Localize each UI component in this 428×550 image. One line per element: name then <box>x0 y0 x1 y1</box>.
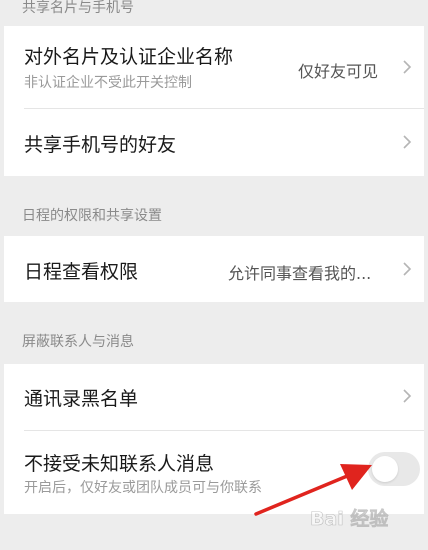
section-header-share: 共享名片与手机号 <box>0 0 428 18</box>
row-block-unknown-subtitle: 开启后，仅好友或团队成员可与你联系 <box>24 480 262 496</box>
row-block-unknown-title: 不接受未知联系人消息 <box>24 453 215 475</box>
card-share: 对外名片及认证企业名称 非认证企业不受此开关控制 仅好友可见 共享手机号的好友 <box>4 26 424 176</box>
chevron-right-icon <box>403 389 412 403</box>
section-header-block: 屏蔽联系人与消息 <box>0 332 428 352</box>
row-external-card[interactable]: 对外名片及认证企业名称 非认证企业不受此开关控制 仅好友可见 <box>4 26 424 108</box>
section-header-schedule-text: 日程的权限和共享设置 <box>22 208 162 224</box>
row-blacklist[interactable]: 通讯录黑名单 <box>4 364 424 430</box>
chevron-right-icon <box>403 60 412 74</box>
row-schedule-view[interactable]: 日程查看权限 允许同事查看我的... <box>4 236 424 302</box>
block-unknown-toggle[interactable] <box>368 452 420 486</box>
section-header-schedule: 日程的权限和共享设置 <box>0 206 428 226</box>
row-blacklist-title: 通讯录黑名单 <box>24 388 139 410</box>
toggle-knob <box>372 456 398 482</box>
baidu-jingyan-logo: Bai 经验 <box>310 507 390 531</box>
card-block: 通讯录黑名单 不接受未知联系人消息 开启后，仅好友或团队成员可与你联系 <box>4 364 424 514</box>
privacy-settings-page: 共享名片与手机号 对外名片及认证企业名称 非认证企业不受此开关控制 仅好友可见 … <box>0 0 428 550</box>
row-schedule-view-title: 日程查看权限 <box>24 261 139 283</box>
row-external-card-title: 对外名片及认证企业名称 <box>24 46 234 68</box>
row-external-card-value: 仅好友可见 <box>298 62 379 81</box>
section-header-block-text: 屏蔽联系人与消息 <box>22 334 134 350</box>
row-schedule-view-value: 允许同事查看我的... <box>228 264 372 283</box>
row-share-phone-title: 共享手机号的好友 <box>24 134 177 156</box>
row-block-unknown: 不接受未知联系人消息 开启后，仅好友或团队成员可与你联系 <box>4 431 424 514</box>
chevron-right-icon <box>403 135 412 149</box>
watermark-text: Bai 经验 <box>310 507 389 530</box>
card-schedule: 日程查看权限 允许同事查看我的... <box>4 236 424 302</box>
row-share-phone[interactable]: 共享手机号的好友 <box>4 109 424 176</box>
chevron-right-icon <box>403 262 412 276</box>
row-external-card-subtitle: 非认证企业不受此开关控制 <box>24 75 192 91</box>
section-header-share-text: 共享名片与手机号 <box>22 0 134 16</box>
